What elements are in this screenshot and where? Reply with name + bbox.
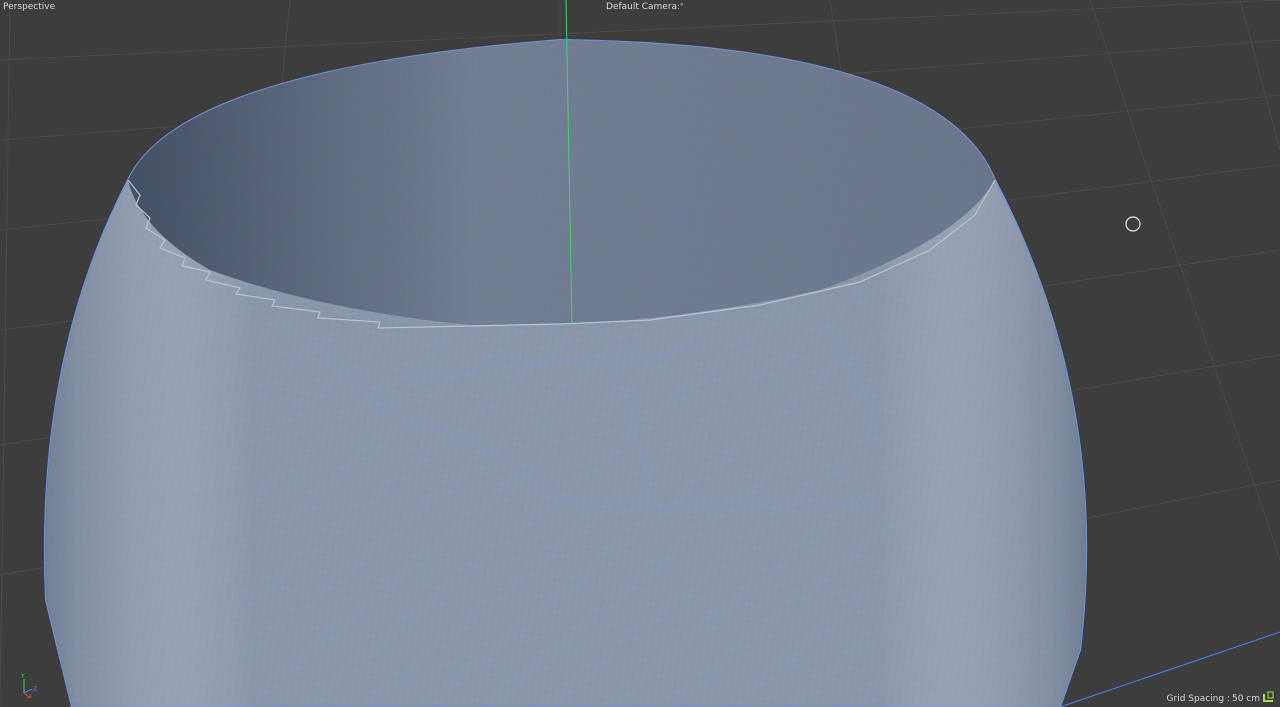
- axis-gizmo-y-label: Y: [20, 673, 25, 680]
- camera-name-label: Default Camera: [606, 2, 678, 12]
- scene-canvas[interactable]: [0, 0, 1280, 707]
- axis-gizmo: Y Z X: [20, 673, 37, 699]
- grid-spacing-label: Grid Spacing :: [1166, 694, 1230, 704]
- camera-menu-icon: :°: [677, 2, 684, 11]
- grid-spacing-value: 50 cm: [1231, 694, 1260, 704]
- 3d-viewport[interactable]: Perspective Default Camera:° Y Z X Grid …: [0, 0, 1280, 707]
- cursor-circle-icon: [1125, 216, 1141, 232]
- view-name-label[interactable]: Perspective: [3, 1, 55, 13]
- axis-gizmo-x-label: X: [28, 693, 32, 699]
- viewport-nav-icon[interactable]: [1262, 691, 1274, 703]
- axis-gizmo-z-label: Z: [33, 686, 37, 693]
- grid-spacing-readout: Grid Spacing :50 cm: [1167, 693, 1260, 705]
- camera-menu[interactable]: Default Camera:°: [606, 1, 684, 13]
